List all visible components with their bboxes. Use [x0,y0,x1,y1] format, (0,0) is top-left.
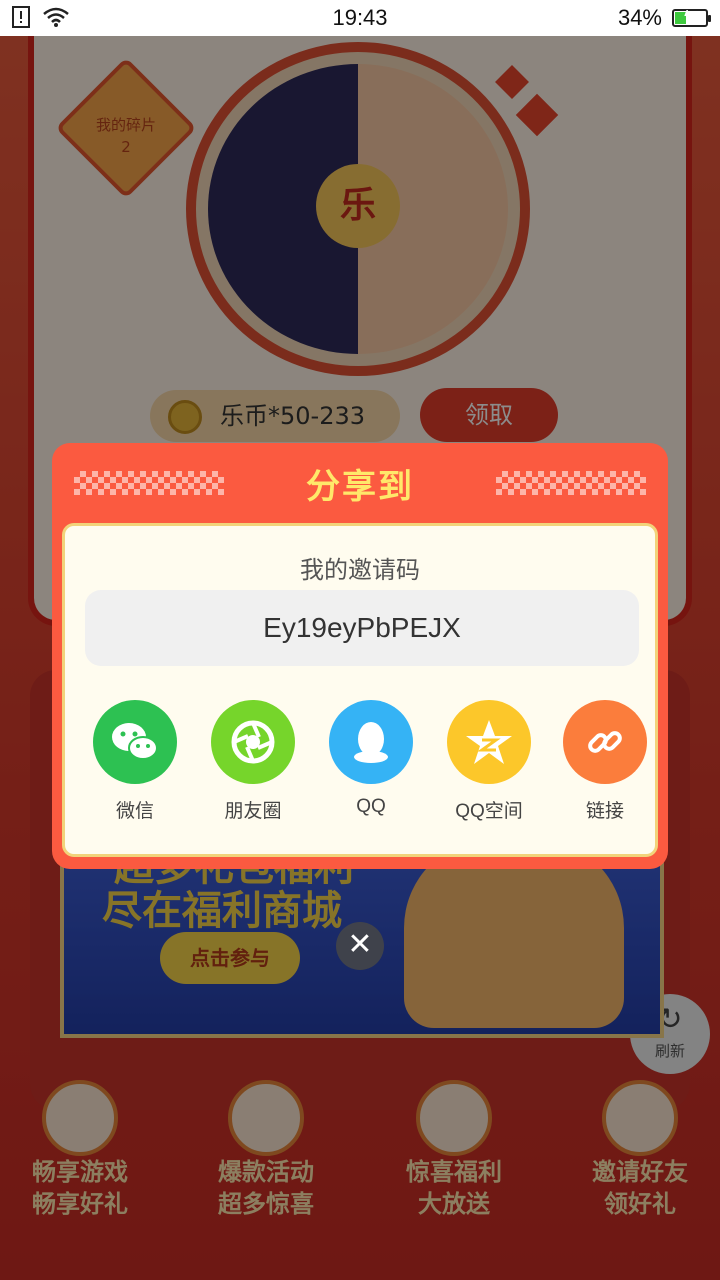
status-icons-right: 34% ϟ [617,5,711,31]
share-link-button[interactable]: 链接 [555,700,655,823]
share-wechat-button[interactable]: 微信 [85,700,185,823]
close-dialog-button[interactable]: ✕ [336,922,384,970]
share-option-label: 链接 [585,801,624,822]
share-panel: 我的邀请码 Ey19eyPbPEJX 微信 朋友圈 QQ QQ空间 链接 [62,523,658,857]
link-icon [563,700,647,784]
dialog-title: 分享到 [306,467,414,507]
battery-icon: ϟ [672,8,711,27]
share-option-label: QQ空间 [455,801,523,822]
moments-icon [211,700,295,784]
qq-icon [329,700,413,784]
invite-code-field[interactable]: Ey19eyPbPEJX [85,590,639,666]
share-qq-button[interactable]: QQ [321,700,421,818]
battery-percent: 34% [617,5,662,30]
wechat-icon [93,700,177,784]
clock: 19:43 [332,5,388,30]
share-moments-button[interactable]: 朋友圈 [203,700,303,823]
charging-bolt-icon: ϟ [684,8,693,25]
share-option-label: QQ [356,796,386,817]
share-dialog: 分享到 我的邀请码 Ey19eyPbPEJX 微信 朋友圈 QQ QQ空间 链接 [52,443,668,869]
invite-code-label: 我的邀请码 [300,556,420,584]
qzone-icon [447,700,531,784]
share-option-label: 朋友圈 [224,801,282,822]
share-option-label: 微信 [115,801,154,822]
status-bar: 19:43 34% ϟ [0,0,720,36]
share-qzone-button[interactable]: QQ空间 [439,700,539,823]
